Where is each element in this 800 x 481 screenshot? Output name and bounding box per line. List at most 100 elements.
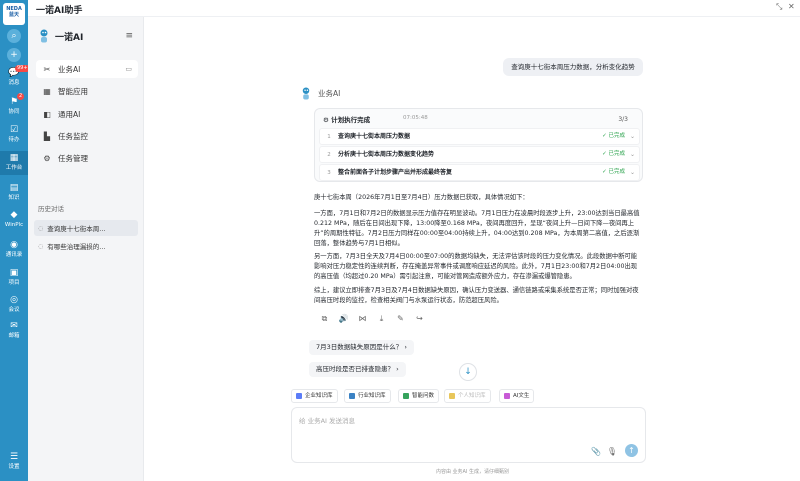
collapse-icon[interactable]: ⤡ xyxy=(776,2,782,12)
contacts-icon: ◉ xyxy=(10,240,18,250)
sidebar: 一诺AI ≡ ✂ 业务AI ▭ ▦ 智能应用 ◧ 通用AI ▙ 任务监控 ⚙ 任… xyxy=(28,17,144,481)
download-icon[interactable]: ⤓ xyxy=(372,314,391,324)
step-label: 分析庚十七街本周压力数据变化趋势 xyxy=(338,151,435,158)
window-title: 一诺AI助手 xyxy=(36,6,83,16)
speaker-icon[interactable]: 🔊 xyxy=(334,314,353,324)
nav-label: 任务管理 xyxy=(58,153,88,163)
history-item[interactable]: ◌ 查询庚十七街本周... xyxy=(34,220,138,236)
copy-icon[interactable]: ⧉ xyxy=(315,314,334,324)
rail-item-workbench[interactable]: ▦ 工作台 xyxy=(0,151,28,175)
history-label: 查询庚十七街本周... xyxy=(47,225,106,233)
plan-step[interactable]: 1 查询庚十七街本周压力数据 ✓ 已完成 ⌄ xyxy=(319,128,640,145)
robot-logo-icon xyxy=(40,29,48,43)
chat-area: 查询庚十七街本周压力数据，分析变化趋势 业务AI ⚙ 计划执行完成 07:05:… xyxy=(145,17,800,481)
chip-personal-kb[interactable]: 个人知识库 xyxy=(444,389,491,403)
nav-item-task-manage[interactable]: ⚙ 任务管理 xyxy=(36,149,138,167)
rail-item-knowledge[interactable]: ▤ 知识 xyxy=(0,183,28,202)
kb-icon xyxy=(449,393,455,399)
ai-name: 业务AI xyxy=(318,89,341,98)
send-button[interactable]: ↑ xyxy=(625,444,638,457)
plan-title: ⚙ 计划执行完成 xyxy=(323,116,371,124)
rail-item-settings[interactable]: ☰ 设置 xyxy=(0,452,28,471)
message-input[interactable]: 给 业务AI 发送消息 📎 🎙 ↑ xyxy=(291,407,646,463)
input-placeholder: 给 业务AI 发送消息 xyxy=(299,417,355,425)
step-label: 查询庚十七街本周压力数据 xyxy=(338,133,411,140)
sparkle-icon xyxy=(504,393,510,399)
response-paragraph: 另一方面，7月3日全天及7月4日00:00至07:00的数据均缺失，无法评估该时… xyxy=(314,253,638,280)
collab-badge: 2 xyxy=(17,93,25,100)
attach-icon[interactable]: 📎 xyxy=(591,447,601,456)
chip-label: 个人知识库 xyxy=(458,393,486,399)
app-window: NEDA 蓝天 ⌕ + 💬 消息 99+ ⚑ 协同 2 ☑ 待办 ▦ 工作台 ▤… xyxy=(0,0,800,481)
response-paragraph: 一方面，7月1日和7月2日的数据显示压力值存在明显波动。7月1日压力在凌晨时段逐… xyxy=(314,210,640,247)
disclaimer: 内容由 业务AI 生成，请仔细甄别 xyxy=(435,469,510,475)
ai-header: 业务AI xyxy=(300,87,340,100)
chevron-down-icon[interactable]: ⌄ xyxy=(630,165,635,180)
step-number: 1 xyxy=(327,134,331,140)
chip-enterprise-kb[interactable]: 企业知识库 xyxy=(291,389,338,403)
suggestion-text: 7月3日数据缺失原因是什么？ xyxy=(316,343,403,351)
workbench-icon: ▦ xyxy=(9,153,19,163)
suggestion-chip[interactable]: 高压时段是否已排查隐患？ › xyxy=(309,362,406,377)
step-status: ✓ 已完成 xyxy=(602,151,625,157)
edit-icon[interactable]: ✎ xyxy=(391,314,410,324)
grid-icon: ▦ xyxy=(43,86,51,96)
search-icon[interactable]: ⌕ xyxy=(7,29,21,43)
step-status: ✓ 已完成 xyxy=(602,169,625,175)
chevron-down-icon[interactable]: ⌄ xyxy=(630,129,635,144)
step-label: 整合前面各子计划步骤产出并形成最终答复 xyxy=(338,169,453,176)
rail-item-mail[interactable]: ✉ 邮箱 xyxy=(0,321,28,340)
rail-item-projects[interactable]: ▣ 项目 xyxy=(0,268,28,287)
chip-label: 行业知识库 xyxy=(358,393,386,399)
chip-industry-kb[interactable]: 行业知识库 xyxy=(344,389,391,403)
response-paragraph: 综上，建议立即排查7月3日及7月4日数据缺失原因，确认压力变送器、通信链路或采集… xyxy=(314,287,639,304)
rail-item-messages[interactable]: 💬 消息 99+ xyxy=(0,65,30,87)
rail-item-meeting[interactable]: ◎ 会议 xyxy=(0,295,28,314)
scroll-down-button[interactable]: ↓ xyxy=(459,363,477,381)
mail-icon: ✉ xyxy=(10,321,18,331)
add-icon[interactable]: + xyxy=(7,48,21,62)
step-status-text: 已完成 xyxy=(608,133,625,139)
nav-item-smart-apps[interactable]: ▦ 智能应用 xyxy=(36,82,138,100)
history-label: 有哪些治理漏损的... xyxy=(47,243,106,251)
plc-icon: ◆ xyxy=(10,210,18,220)
todo-icon: ☑ xyxy=(9,125,19,135)
user-message: 查询庚十七街本周压力数据，分析变化趋势 xyxy=(503,58,643,76)
rail-item-winplc[interactable]: ◆ WinPlc xyxy=(0,210,28,229)
kb-icon xyxy=(296,393,302,399)
nav-item-general-ai[interactable]: ◧ 通用AI xyxy=(36,105,138,123)
logo-text: NEDA 蓝天 xyxy=(6,6,22,18)
forward-icon[interactable]: ↪ xyxy=(410,314,429,324)
suggestion-chip[interactable]: 7月3日数据缺失原因是什么？ › xyxy=(309,340,414,355)
share-icon[interactable]: ⋈ xyxy=(353,314,372,324)
chevron-down-icon[interactable]: ⌄ xyxy=(630,147,635,162)
sidebar-toggle-icon[interactable]: ≡ xyxy=(125,31,133,41)
step-status-text: 已完成 xyxy=(608,151,625,157)
plan-step[interactable]: 2 分析庚十七街本周压力数据变化趋势 ✓ 已完成 ⌄ xyxy=(319,146,640,163)
history-item[interactable]: ◌ 有哪些治理漏损的... xyxy=(34,238,138,254)
company-logo: NEDA 蓝天 xyxy=(3,3,25,25)
nav-label: 业务AI xyxy=(58,64,81,74)
plan-time: 07:05:48 xyxy=(403,115,428,121)
response-paragraph: 庚十七街本周（2026年7月1日至7月4日）压力数据已获取，具体情况如下： xyxy=(314,194,529,201)
chip-icon: ◧ xyxy=(43,109,51,119)
chip-label: 企业知识库 xyxy=(305,393,333,399)
plan-step[interactable]: 3 整合前面各子计划步骤产出并形成最终答复 ✓ 已完成 ⌄ xyxy=(319,164,640,181)
nav-item-business-ai[interactable]: ✂ 业务AI ▭ xyxy=(36,60,138,78)
mic-icon[interactable]: 🎙 xyxy=(607,447,617,456)
data-icon xyxy=(403,393,409,399)
brand: 一诺AI xyxy=(38,29,83,43)
rail-item-contacts[interactable]: ◉ 通讯录 xyxy=(0,240,28,259)
chip-ai-text[interactable]: AI文生 xyxy=(499,389,535,403)
rail-item-collab[interactable]: ⚑ 协同 2 xyxy=(0,93,28,116)
new-chat-icon[interactable]: ▭ xyxy=(125,65,132,73)
chat-bubble-icon: ◌ xyxy=(38,242,44,250)
nav-label: 通用AI xyxy=(58,109,81,119)
nav-item-task-monitor[interactable]: ▙ 任务监控 xyxy=(36,127,138,145)
close-icon[interactable]: ✕ xyxy=(788,2,795,11)
chip-label: AI文生 xyxy=(513,393,530,399)
rail-item-todo[interactable]: ☑ 待办 xyxy=(0,125,28,144)
folder-icon: ▣ xyxy=(9,268,19,278)
robot-avatar-icon xyxy=(302,87,310,100)
chip-smart-query[interactable]: 智能问数 xyxy=(398,389,440,403)
